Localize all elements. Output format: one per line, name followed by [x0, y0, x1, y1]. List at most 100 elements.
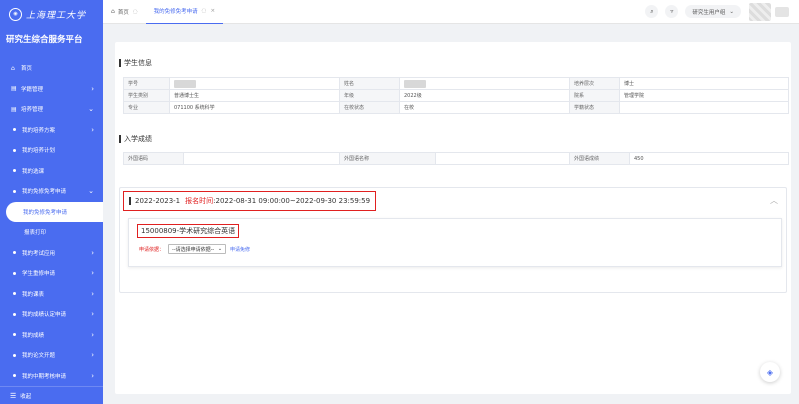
logo-text: 上海理工大学 [26, 10, 87, 21]
layers-icon: ◈ [766, 367, 774, 377]
table-row: 专业 071100 系统科学 在校状态 在校 学籍状态 [123, 101, 789, 114]
layers-button[interactable]: ◈ [760, 362, 780, 382]
table-label: 外国语码 [123, 152, 184, 165]
sidebar-item-thesis-proposal[interactable]: 我的论文开题 › [0, 345, 103, 366]
bullet-icon [13, 251, 16, 255]
sidebar-item-enrollment[interactable]: ▤ 学籍管理 › [0, 79, 103, 100]
sidebar-item-label: 我的中期考核申请 [22, 373, 67, 380]
period-value: :2022-08-31 09:00:00~2022-09-30 23:59:59 [213, 197, 371, 205]
main-panel: 学生信息 学号 姓名 培养层次 博士 学生类别 普通博士生 年级 2022级 院… [115, 42, 791, 394]
sidebar-item-course-selection[interactable]: 我的选课 [0, 161, 103, 182]
chevron-right-icon: › [91, 351, 94, 360]
course-name: 15000809-学术研究综合英语 [137, 224, 240, 238]
section-marker [129, 197, 131, 205]
shirt-button[interactable]: ▿ [665, 5, 679, 18]
tab-label: 首页 [117, 9, 129, 16]
close-icon[interactable]: × [210, 8, 215, 14]
folder-icon: ▤ [11, 85, 17, 93]
sidebar-item-home[interactable]: ⌂ 首页 [0, 58, 103, 79]
folder-icon: ▤ [11, 105, 17, 113]
tab-exemption-application[interactable]: 我的免修免考申请 ◌ × [145, 0, 224, 24]
sidebar-item-label: 我的成绩 [22, 332, 45, 339]
table-label: 在校状态 [339, 101, 400, 114]
sidebar-item-midterm-review[interactable]: 我的中期考核申请 › [0, 366, 103, 387]
redacted-value [404, 79, 426, 88]
sidebar-item-label: 我的选课 [22, 168, 45, 175]
table-value: 在校 [399, 101, 570, 114]
sidebar-item-label: 我的免修免考申请 [23, 209, 68, 216]
table-value: 博士 [619, 77, 789, 90]
basis-select[interactable]: --请选择申请依据-- ⌄ [168, 244, 227, 254]
collapse-label: 收起 [20, 393, 32, 400]
apply-exemption-link[interactable]: 申请免修 [230, 246, 250, 253]
table-value [399, 77, 570, 90]
basis-form-row: 申请依据： --请选择申请依据-- ⌄ 申请免修 [139, 244, 250, 254]
sidebar-item-grade-recognition[interactable]: 我的成绩认定申请 › [0, 304, 103, 325]
bullet-icon [13, 312, 16, 316]
table-label: 培养层次 [569, 77, 620, 90]
chevron-right-icon: › [91, 269, 94, 278]
chevron-up-icon[interactable]: ︿ [770, 195, 778, 206]
bullet-icon [13, 148, 16, 152]
sidebar-item-retake[interactable]: 学生重修申请 › [0, 263, 103, 284]
table-row: 外国语码 外国语名称 外国语成绩 450 [123, 152, 789, 165]
sidebar-item-label: 我的培养方案 [22, 127, 56, 134]
chevron-right-icon: › [91, 84, 94, 93]
sidebar-item-grades[interactable]: 我的成绩 › [0, 325, 103, 346]
sidebar-item-label: 我的培养计划 [22, 148, 56, 155]
tab-home[interactable]: ⌂ 首页 ◌ [103, 0, 146, 24]
table-label: 学号 [123, 77, 170, 90]
sidebar-item-training-plan[interactable]: 我的培养方案 › [0, 120, 103, 141]
username-redacted [775, 6, 789, 17]
sidebar-item-label: 我的课表 [22, 291, 45, 298]
chevron-down-icon: ⌄ [729, 8, 734, 15]
bullet-icon [13, 353, 16, 357]
sidebar-item-exemption-application[interactable]: 我的免修免考申请 [6, 201, 103, 222]
chevron-right-icon: › [91, 310, 94, 319]
table-value [169, 77, 340, 90]
entrance-scores-table: 外国语码 外国语名称 外国语成绩 450 [123, 152, 789, 165]
sidebar-item-label: 我的论文开题 [22, 353, 56, 360]
avatar[interactable] [749, 2, 771, 21]
sidebar-menu: ⌂ 首页 ▤ 学籍管理 › ▤ 培养管理 ⌄ 我的培养方案 › 我的培养计划 我… [0, 58, 103, 386]
sidebar-item-exemption-group[interactable]: 我的免修免考申请 ⌄ [0, 181, 103, 202]
sidebar-item-report-print[interactable]: 报表打印 [0, 222, 103, 243]
table-label: 外国语成绩 [569, 152, 630, 165]
table-label: 院系 [569, 89, 620, 102]
university-emblem-icon: ◉ [9, 7, 22, 21]
table-label: 专业 [123, 101, 170, 114]
role-select[interactable]: 研究生用户组 ⌄ [685, 5, 741, 18]
refresh-icon[interactable]: ◌ [202, 8, 207, 14]
bullet-icon [13, 169, 16, 173]
search-button[interactable]: ⌕ [645, 5, 659, 18]
refresh-icon[interactable]: ◌ [133, 9, 138, 15]
chevron-right-icon: › [91, 371, 94, 380]
sidebar-item-label: 我的成绩认定申请 [22, 312, 67, 319]
table-label: 学生类别 [123, 89, 170, 102]
table-label: 学籍状态 [569, 101, 620, 114]
role-label: 研究生用户组 [692, 9, 726, 16]
sidebar-item-label: 学籍管理 [21, 86, 44, 93]
table-value [183, 152, 340, 165]
sidebar-collapse-button[interactable]: ☰ 收起 [0, 386, 103, 404]
sidebar-item-training[interactable]: ▤ 培养管理 ⌄ [0, 99, 103, 120]
table-label: 年级 [339, 89, 400, 102]
table-label: 姓名 [339, 77, 400, 90]
sidebar-item-study-plan[interactable]: 我的培养计划 [0, 140, 103, 161]
university-logo[interactable]: ◉ 上海理工大学 [0, 0, 103, 28]
basis-label: 申请依据： [139, 246, 165, 253]
chevron-down-icon: ⌄ [88, 105, 94, 114]
sidebar-item-exam-apps[interactable]: 我的考试应用 › [0, 243, 103, 264]
theme-icon: ▿ [670, 8, 674, 15]
bullet-icon [13, 333, 16, 337]
application-card: 2022-2023-1 报名时间 :2022-08-31 09:00:00~20… [119, 187, 787, 293]
bullet-icon [13, 189, 16, 193]
collapse-menu-icon: ☰ [10, 391, 17, 400]
sidebar-item-timetable[interactable]: 我的课表 › [0, 284, 103, 305]
table-value: 071100 系统科学 [169, 101, 340, 114]
sidebar-item-label: 学生重修申请 [22, 271, 56, 278]
entrance-scores-title: 入学成绩 [119, 134, 152, 144]
table-value: 普通博士生 [169, 89, 340, 102]
table-row: 学生类别 普通博士生 年级 2022级 院系 管理学院 [123, 89, 789, 102]
redacted-value [174, 79, 196, 88]
